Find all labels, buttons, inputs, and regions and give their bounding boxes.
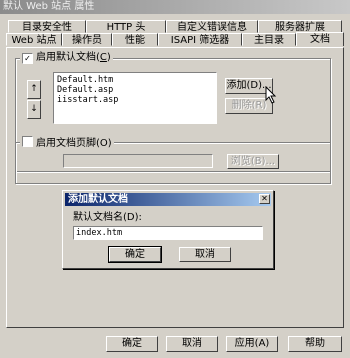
help-button[interactable]: 帮助 (288, 336, 342, 352)
tab-web-site[interactable]: Web 站点 (6, 33, 62, 46)
enable-footer-label: 启用文档页脚(O) (36, 138, 112, 149)
dialog-close-button[interactable]: ✕ (259, 194, 270, 204)
default-doc-name-label: 默认文档名(D): (73, 212, 142, 223)
tab-performance[interactable]: 性能 (112, 33, 158, 46)
mouse-cursor-icon (265, 86, 277, 104)
footer-path-input[interactable] (63, 154, 213, 168)
properties-window: 默认 Web 站点 属性 目录安全性 HTTP 头 自定义错误信息 服务器扩展 … (0, 0, 350, 358)
add-default-document-dialog: 添加默认文档 ✕ 默认文档名(D): index.htm 确定 取消 (62, 190, 274, 269)
dialog-cancel-button[interactable]: 取消 (179, 247, 231, 262)
arrow-up-icon: ↑ (30, 84, 38, 94)
close-icon: ✕ (261, 194, 268, 203)
browse-button[interactable]: 浏览(B)... (227, 154, 279, 169)
cancel-button[interactable]: 取消 (166, 336, 218, 352)
enable-default-doc-row[interactable]: ✓ 启用默认文档(C) (20, 52, 113, 64)
tab-http-headers[interactable]: HTTP 头 (86, 20, 166, 33)
list-item[interactable]: Default.asp (57, 85, 213, 95)
enable-footer-checkbox[interactable] (22, 136, 33, 147)
default-doc-list[interactable]: Default.htm Default.asp iisstart.asp (53, 72, 217, 124)
enable-default-doc-checkbox[interactable]: ✓ (22, 53, 33, 64)
list-item[interactable]: iisstart.asp (57, 95, 213, 105)
dialog-title: 添加默认文档 (65, 193, 271, 206)
tab-documents[interactable]: 文档 (296, 32, 344, 46)
list-item[interactable]: Default.htm (57, 75, 213, 85)
tab-isapi-filters[interactable]: ISAPI 筛选器 (158, 33, 242, 46)
arrow-down-icon: ↓ (30, 104, 38, 114)
tab-directory-security[interactable]: 目录安全性 (8, 20, 86, 33)
window-title: 默认 Web 站点 属性 (0, 0, 350, 14)
documents-panel: ✓ 启用默认文档(C) ↑ ↓ Default.htm Default.asp i… (6, 47, 344, 328)
tab-home-directory[interactable]: 主目录 (242, 33, 296, 46)
enable-footer-row[interactable]: 启用文档页脚(O) (20, 136, 114, 150)
move-up-button[interactable]: ↑ (27, 80, 41, 99)
default-doc-name-input[interactable]: index.htm (73, 226, 263, 240)
tab-custom-errors[interactable]: 自定义错误信息 (166, 20, 258, 33)
apply-button[interactable]: 应用(A) (226, 336, 278, 352)
ok-button[interactable]: 确定 (106, 336, 158, 352)
move-down-button[interactable]: ↓ (27, 100, 41, 119)
dialog-ok-button[interactable]: 确定 (108, 246, 162, 263)
enable-default-doc-label: 启用默认文档 (36, 52, 96, 63)
tab-operators[interactable]: 操作员 (62, 33, 112, 46)
